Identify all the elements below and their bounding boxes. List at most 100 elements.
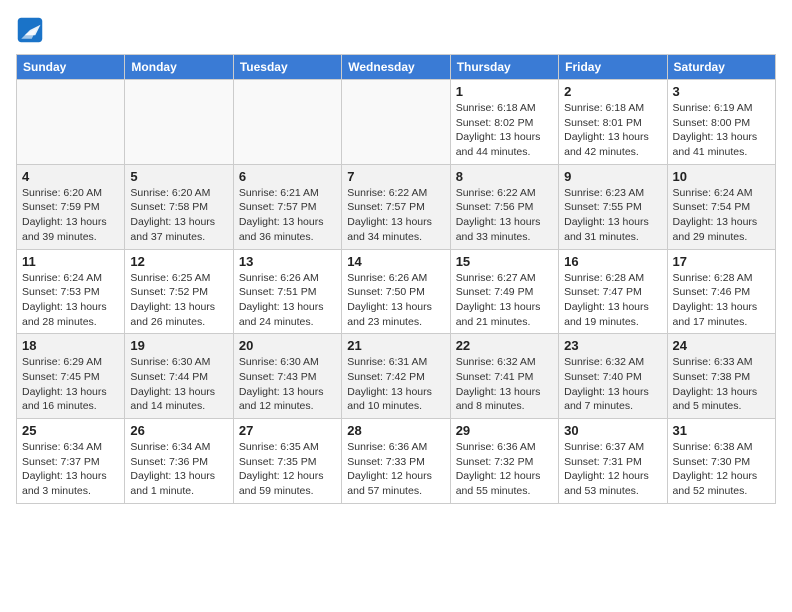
week-row-3: 11Sunrise: 6:24 AM Sunset: 7:53 PM Dayli… (17, 249, 776, 334)
day-info: Sunrise: 6:34 AM Sunset: 7:37 PM Dayligh… (22, 440, 119, 499)
calendar-cell: 30 Sunrise: 6:37 AM Sunset: 7:31 PM Dayli… (559, 419, 667, 504)
weekday-header-tuesday: Tuesday (233, 55, 341, 80)
calendar-cell: 9Sunrise: 6:23 AM Sunset: 7:55 PM Daylig… (559, 164, 667, 249)
day-number: 30 (564, 423, 661, 438)
day-info: Sunrise: 6:25 AM Sunset: 7:52 PM Dayligh… (130, 271, 227, 330)
day-info: Sunrise: 6:22 AM Sunset: 7:56 PM Dayligh… (456, 186, 553, 245)
calendar-cell: 8 Sunrise: 6:22 AM Sunset: 7:56 PM Daylig… (450, 164, 558, 249)
weekday-header-monday: Monday (125, 55, 233, 80)
week-row-1: 1Sunrise: 6:18 AM Sunset: 8:02 PM Daylig… (17, 80, 776, 165)
weekday-header-row: SundayMondayTuesdayWednesdayThursdayFrid… (17, 55, 776, 80)
day-number: 3 (673, 84, 770, 99)
calendar-cell: 6 Sunrise: 6:21 AM Sunset: 7:57 PM Daylig… (233, 164, 341, 249)
page-header (16, 16, 776, 44)
day-number: 22 (456, 338, 553, 353)
calendar-cell: 28Sunrise: 6:36 AM Sunset: 7:33 PM Dayli… (342, 419, 450, 504)
day-number: 26 (130, 423, 227, 438)
calendar-cell (342, 80, 450, 165)
calendar-cell: 29 Sunrise: 6:36 AM Sunset: 7:32 PM Dayli… (450, 419, 558, 504)
day-number: 9 (564, 169, 661, 184)
calendar-cell: 10Sunrise: 6:24 AM Sunset: 7:54 PM Dayli… (667, 164, 775, 249)
day-info: Sunrise: 6:30 AM Sunset: 7:44 PM Dayligh… (130, 355, 227, 414)
calendar-cell: 7 Sunrise: 6:22 AM Sunset: 7:57 PM Daylig… (342, 164, 450, 249)
calendar-cell: 23 Sunrise: 6:32 AM Sunset: 7:40 PM Dayli… (559, 334, 667, 419)
day-number: 14 (347, 254, 444, 269)
day-number: 8 (456, 169, 553, 184)
calendar-cell: 20 Sunrise: 6:30 AM Sunset: 7:43 PM Dayli… (233, 334, 341, 419)
day-info: Sunrise: 6:36 AM Sunset: 7:33 PM Dayligh… (347, 440, 444, 499)
calendar-cell: 14 Sunrise: 6:26 AM Sunset: 7:50 PM Dayli… (342, 249, 450, 334)
day-info: Sunrise: 6:18 AM Sunset: 8:01 PM Dayligh… (564, 101, 661, 160)
calendar-cell: 5Sunrise: 6:20 AM Sunset: 7:58 PM Daylig… (125, 164, 233, 249)
day-info: Sunrise: 6:34 AM Sunset: 7:36 PM Dayligh… (130, 440, 227, 499)
calendar-cell (17, 80, 125, 165)
day-number: 29 (456, 423, 553, 438)
day-info: Sunrise: 6:27 AM Sunset: 7:49 PM Dayligh… (456, 271, 553, 330)
day-info: Sunrise: 6:26 AM Sunset: 7:50 PM Dayligh… (347, 271, 444, 330)
day-number: 4 (22, 169, 119, 184)
day-info: Sunrise: 6:37 AM Sunset: 7:31 PM Dayligh… (564, 440, 661, 499)
day-info: Sunrise: 6:21 AM Sunset: 7:57 PM Dayligh… (239, 186, 336, 245)
day-info: Sunrise: 6:32 AM Sunset: 7:40 PM Dayligh… (564, 355, 661, 414)
day-number: 19 (130, 338, 227, 353)
day-number: 23 (564, 338, 661, 353)
day-info: Sunrise: 6:22 AM Sunset: 7:57 PM Dayligh… (347, 186, 444, 245)
day-number: 6 (239, 169, 336, 184)
day-number: 21 (347, 338, 444, 353)
day-number: 11 (22, 254, 119, 269)
calendar-cell: 11Sunrise: 6:24 AM Sunset: 7:53 PM Dayli… (17, 249, 125, 334)
calendar-cell (233, 80, 341, 165)
day-number: 5 (130, 169, 227, 184)
day-info: Sunrise: 6:24 AM Sunset: 7:54 PM Dayligh… (673, 186, 770, 245)
week-row-5: 25 Sunrise: 6:34 AM Sunset: 7:37 PM Dayli… (17, 419, 776, 504)
calendar-cell: 12 Sunrise: 6:25 AM Sunset: 7:52 PM Dayli… (125, 249, 233, 334)
weekday-header-thursday: Thursday (450, 55, 558, 80)
calendar-cell: 24Sunrise: 6:33 AM Sunset: 7:38 PM Dayli… (667, 334, 775, 419)
day-number: 2 (564, 84, 661, 99)
day-info: Sunrise: 6:29 AM Sunset: 7:45 PM Dayligh… (22, 355, 119, 414)
day-number: 25 (22, 423, 119, 438)
weekday-header-friday: Friday (559, 55, 667, 80)
calendar-cell: 27Sunrise: 6:35 AM Sunset: 7:35 PM Dayli… (233, 419, 341, 504)
day-info: Sunrise: 6:32 AM Sunset: 7:41 PM Dayligh… (456, 355, 553, 414)
day-number: 13 (239, 254, 336, 269)
day-number: 17 (673, 254, 770, 269)
day-number: 12 (130, 254, 227, 269)
calendar-cell: 15 Sunrise: 6:27 AM Sunset: 7:49 PM Dayli… (450, 249, 558, 334)
day-info: Sunrise: 6:20 AM Sunset: 7:59 PM Dayligh… (22, 186, 119, 245)
day-info: Sunrise: 6:28 AM Sunset: 7:47 PM Dayligh… (564, 271, 661, 330)
calendar-cell: 16 Sunrise: 6:28 AM Sunset: 7:47 PM Dayli… (559, 249, 667, 334)
logo-icon (16, 16, 44, 44)
day-number: 27 (239, 423, 336, 438)
day-info: Sunrise: 6:36 AM Sunset: 7:32 PM Dayligh… (456, 440, 553, 499)
calendar-cell: 1Sunrise: 6:18 AM Sunset: 8:02 PM Daylig… (450, 80, 558, 165)
day-info: Sunrise: 6:33 AM Sunset: 7:38 PM Dayligh… (673, 355, 770, 414)
calendar-cell: 2 Sunrise: 6:18 AM Sunset: 8:01 PM Daylig… (559, 80, 667, 165)
day-info: Sunrise: 6:30 AM Sunset: 7:43 PM Dayligh… (239, 355, 336, 414)
day-number: 31 (673, 423, 770, 438)
day-number: 7 (347, 169, 444, 184)
day-number: 1 (456, 84, 553, 99)
calendar-cell: 19 Sunrise: 6:30 AM Sunset: 7:44 PM Dayli… (125, 334, 233, 419)
day-number: 20 (239, 338, 336, 353)
weekday-header-wednesday: Wednesday (342, 55, 450, 80)
calendar-cell: 17 Sunrise: 6:28 AM Sunset: 7:46 PM Dayli… (667, 249, 775, 334)
calendar-cell: 3 Sunrise: 6:19 AM Sunset: 8:00 PM Daylig… (667, 80, 775, 165)
calendar-cell: 18 Sunrise: 6:29 AM Sunset: 7:45 PM Dayli… (17, 334, 125, 419)
calendar-cell (125, 80, 233, 165)
day-info: Sunrise: 6:19 AM Sunset: 8:00 PM Dayligh… (673, 101, 770, 160)
day-info: Sunrise: 6:31 AM Sunset: 7:42 PM Dayligh… (347, 355, 444, 414)
calendar-table: SundayMondayTuesdayWednesdayThursdayFrid… (16, 54, 776, 504)
weekday-header-sunday: Sunday (17, 55, 125, 80)
day-number: 16 (564, 254, 661, 269)
day-info: Sunrise: 6:28 AM Sunset: 7:46 PM Dayligh… (673, 271, 770, 330)
day-number: 15 (456, 254, 553, 269)
weekday-header-saturday: Saturday (667, 55, 775, 80)
week-row-4: 18 Sunrise: 6:29 AM Sunset: 7:45 PM Dayli… (17, 334, 776, 419)
calendar-cell: 25 Sunrise: 6:34 AM Sunset: 7:37 PM Dayli… (17, 419, 125, 504)
day-info: Sunrise: 6:26 AM Sunset: 7:51 PM Dayligh… (239, 271, 336, 330)
calendar-cell: 31Sunrise: 6:38 AM Sunset: 7:30 PM Dayli… (667, 419, 775, 504)
day-number: 18 (22, 338, 119, 353)
calendar-cell: 26 Sunrise: 6:34 AM Sunset: 7:36 PM Dayli… (125, 419, 233, 504)
calendar-cell: 22 Sunrise: 6:32 AM Sunset: 7:41 PM Dayli… (450, 334, 558, 419)
